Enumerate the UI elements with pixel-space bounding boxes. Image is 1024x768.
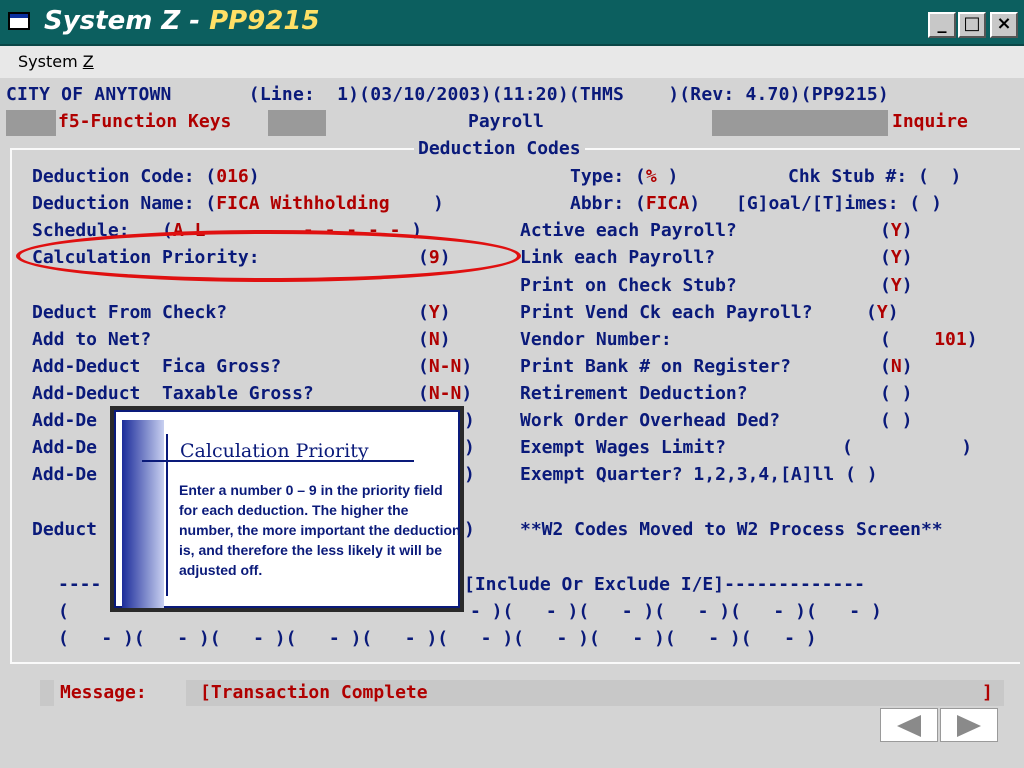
previous-button[interactable] bbox=[880, 708, 938, 742]
print-bank-field[interactable]: (N) bbox=[880, 356, 913, 377]
maximize-button[interactable]: □ bbox=[958, 12, 986, 38]
panel-title: Deduction Codes bbox=[414, 138, 585, 159]
callout-vertical-rule bbox=[166, 434, 168, 596]
triangle-left-icon bbox=[897, 715, 921, 737]
dash-line-left: ---- bbox=[58, 574, 102, 595]
callout-text: Enter a number 0 – 9 in the priority fie… bbox=[179, 482, 461, 578]
retirement-label: Retirement Deduction? bbox=[520, 383, 748, 404]
print-check-stub-label: Print on Check Stub? bbox=[520, 275, 737, 296]
slots-row-1-left: ( bbox=[58, 601, 69, 622]
active-each-payroll-label: Active each Payroll? bbox=[520, 220, 737, 241]
message-end: ] bbox=[982, 682, 993, 703]
work-order-label: Work Order Overhead Ded? bbox=[520, 410, 781, 431]
calculation-priority-callout: Calculation Priority Enter a number 0 – … bbox=[110, 406, 464, 612]
print-bank-label: Print Bank # on Register? bbox=[520, 356, 791, 377]
work-order-field[interactable]: ( ) bbox=[880, 410, 913, 431]
print-vend-ck-label: Print Vend Ck each Payroll? bbox=[520, 302, 813, 323]
print-vend-ck-field[interactable]: (Y) bbox=[866, 302, 899, 323]
type-field[interactable]: Type: (% ) bbox=[570, 166, 678, 187]
callout-gradient-bar bbox=[122, 420, 164, 608]
paren-fragment: ) bbox=[464, 410, 475, 431]
menu-system-z[interactable]: System Z bbox=[18, 52, 94, 71]
add-deduct-row-2: Add-De bbox=[32, 437, 98, 458]
message-text: [Transaction Complete bbox=[200, 682, 428, 703]
active-each-payroll-field[interactable]: (Y) bbox=[880, 220, 913, 241]
minimize-button[interactable]: _ bbox=[928, 12, 956, 38]
add-deduct-fica-field[interactable]: (N-N) bbox=[418, 356, 472, 377]
link-each-payroll-field[interactable]: (Y) bbox=[880, 247, 913, 268]
add-deduct-row-1: Add-De bbox=[32, 410, 98, 431]
goal-times-field[interactable]: [G]oal/[T]imes: ( ) bbox=[736, 193, 942, 214]
module-label: Payroll bbox=[468, 111, 544, 132]
print-check-stub-field[interactable]: (Y) bbox=[880, 275, 913, 296]
add-deduct-fica-label: Add-Deduct Fica Gross? bbox=[32, 356, 282, 377]
window-app-icon bbox=[8, 12, 30, 30]
mode-label: Inquire bbox=[892, 111, 968, 132]
add-to-net-field[interactable]: (N) bbox=[418, 329, 451, 350]
deduction-code-field[interactable]: Deduction Code: (016) bbox=[32, 166, 260, 187]
window-titlebar: System Z - PP9215 _ □ × bbox=[0, 0, 1024, 46]
header-bar-left bbox=[6, 110, 56, 136]
header-status-line: CITY OF ANYTOWN (Line: 1)(03/10/2003)(11… bbox=[6, 84, 889, 105]
add-to-net-label: Add to Net? bbox=[32, 329, 152, 350]
triangle-right-icon bbox=[957, 715, 981, 737]
deduct-from-check-field[interactable]: (Y) bbox=[418, 302, 451, 323]
paren-fragment: ) bbox=[464, 519, 475, 540]
abbr-field[interactable]: Abbr: (FICA) bbox=[570, 193, 700, 214]
callout-body-box: Calculation Priority Enter a number 0 – … bbox=[114, 410, 461, 608]
add-deduct-taxable-field[interactable]: (N-N) bbox=[418, 383, 472, 404]
priority-highlight-ellipse bbox=[16, 230, 521, 282]
retirement-field[interactable]: ( ) bbox=[880, 383, 913, 404]
window-title: System Z - PP9215 bbox=[44, 6, 320, 36]
add-deduct-taxable-label: Add-Deduct Taxable Gross? bbox=[32, 383, 314, 404]
deduct-from-check-label: Deduct From Check? bbox=[32, 302, 228, 323]
include-exclude-header: [Include Or Exclude I/E]------------- bbox=[464, 574, 865, 595]
vendor-number-field[interactable]: ( 101) bbox=[880, 329, 978, 350]
link-each-payroll-label: Link each Payroll? bbox=[520, 247, 716, 268]
slots-row-2[interactable]: ( - )( - )( - )( - )( - )( - )( - )( - )… bbox=[58, 628, 817, 649]
vendor-number-label: Vendor Number: bbox=[520, 329, 672, 350]
deduction-name-field[interactable]: Deduction Name: (FICA Withholding ) bbox=[32, 193, 444, 214]
message-label: Message: bbox=[60, 682, 147, 703]
next-button[interactable] bbox=[940, 708, 998, 742]
paren-fragment: ) bbox=[464, 437, 475, 458]
w2-note: **W2 Codes Moved to W2 Process Screen** bbox=[520, 519, 943, 540]
chk-stub-field[interactable]: Chk Stub #: ( ) bbox=[788, 166, 961, 187]
header-bar-mid bbox=[268, 110, 326, 136]
exempt-wages-field[interactable]: ( ) bbox=[842, 437, 972, 458]
add-deduct-row-3: Add-De bbox=[32, 464, 98, 485]
close-button[interactable]: × bbox=[990, 12, 1018, 38]
menu-bar: System Z bbox=[0, 46, 1024, 78]
header-bar-right bbox=[712, 110, 888, 136]
deduct-partial-label: Deduct bbox=[32, 519, 98, 540]
exempt-quarter-field[interactable]: Exempt Quarter? 1,2,3,4,[A]ll ( ) bbox=[520, 464, 878, 485]
exempt-wages-label: Exempt Wages Limit? bbox=[520, 437, 726, 458]
paren-fragment: ) bbox=[464, 464, 475, 485]
message-bar-left bbox=[40, 680, 54, 706]
callout-title: Calculation Priority bbox=[180, 440, 369, 462]
function-keys-label[interactable]: f5-Function Keys bbox=[58, 111, 231, 132]
slots-row-1[interactable]: - )( - )( - )( - )( - )( - ) bbox=[470, 601, 882, 622]
